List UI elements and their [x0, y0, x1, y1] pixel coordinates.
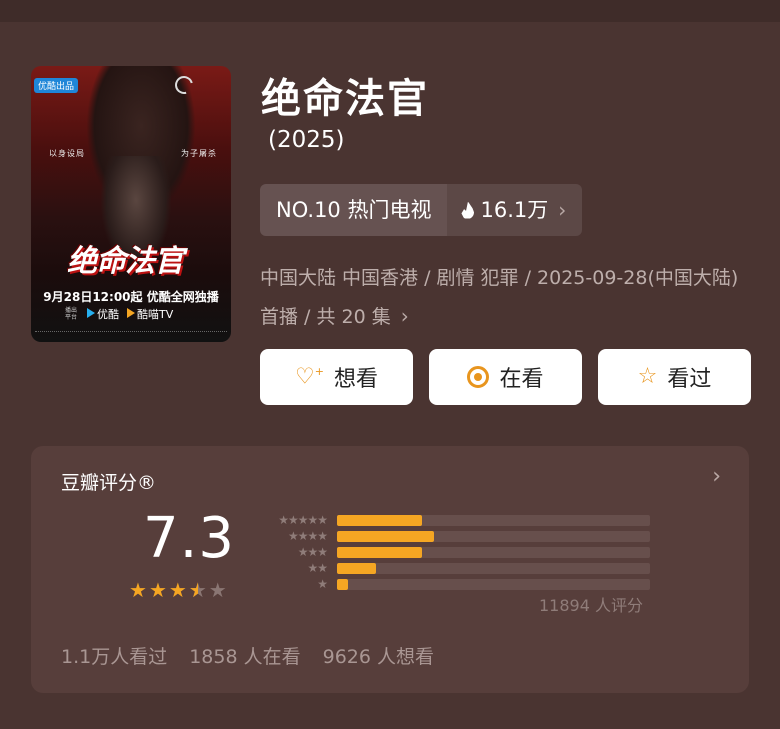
kumiao-logo-icon: [127, 308, 135, 318]
chevron-right-icon: ›: [558, 198, 567, 222]
heat-indicator: 16.1万 ›: [447, 184, 583, 236]
page-title: 绝命法官: [261, 76, 429, 122]
poster-credits: [35, 331, 227, 338]
rating-header: 豆瓣评分®: [61, 472, 157, 494]
target-icon: [467, 366, 490, 388]
want-count: 9626 人想看: [322, 646, 435, 668]
rating-bar-row: ★★★★★: [257, 512, 650, 528]
chevron-right-icon[interactable]: ›: [712, 464, 721, 489]
rank-label: NO.10 热门电视: [260, 184, 448, 236]
rank-badge[interactable]: NO.10 热门电视 16.1万 ›: [260, 184, 583, 236]
poster-badge: 优酷出品: [34, 78, 79, 93]
heat-value: 16.1万: [480, 198, 549, 222]
watching-count: 1858 人在看: [189, 646, 301, 668]
rating-bar-label: ★★★: [297, 545, 328, 559]
poster-date-line: 9月28日12:00起 优酷全网独播: [43, 290, 219, 304]
rating-bar-label: ★: [317, 577, 328, 591]
watch-stats: 1.1万人看过 1858 人在看 9626 人想看: [61, 642, 434, 669]
youku-logo-icon: [87, 308, 95, 318]
heart-plus-icon: ♡+: [295, 364, 324, 390]
rating-star-icon: ★: [148, 578, 167, 602]
rating-card[interactable]: 豆瓣评分® › 7.3 ★★★★★★ ★★★★★★★★★★★★★★★ 11894…: [31, 446, 749, 693]
rating-bar-label: ★★: [307, 561, 328, 575]
rating-bar-track: [337, 546, 650, 558]
meta-info[interactable]: 中国大陆 中国香港 / 剧情 犯罪 / 2025-09-28(中国大陆) 首播 …: [260, 259, 750, 336]
rating-bar-track: [337, 562, 650, 574]
rating-distribution: ★★★★★ ★★★★ ★★★ ★★ ★: [257, 512, 650, 592]
flame-icon: [461, 201, 475, 219]
rating-score: 7.3: [143, 506, 236, 571]
poster-platform-youku: 优酷: [87, 306, 119, 322]
watched-count: 1.1万人看过: [61, 646, 168, 668]
rating-bar-fill: [337, 578, 348, 590]
watched-button[interactable]: ☆ 看过: [598, 349, 751, 405]
rating-count: 11894 人评分: [539, 596, 643, 615]
poster-tagline-right: 为子屠杀: [181, 149, 217, 158]
rating-star-icon: ★★: [188, 578, 207, 602]
rating-bar-track: [337, 578, 650, 590]
rating-bar-row: ★★★★: [257, 528, 650, 544]
want-to-watch-button[interactable]: ♡+ 想看: [260, 349, 413, 405]
poster-image[interactable]: 优酷出品 以身设局 为子屠杀 绝命法官 9月28日12:00起 优酷全网独播 播…: [31, 66, 231, 342]
rating-bar-fill: [337, 546, 422, 558]
rating-bar-label: ★★★★★: [278, 513, 328, 527]
rating-bar-fill: [337, 530, 435, 542]
want-to-watch-label: 想看: [333, 367, 378, 392]
rating-bar-track: [337, 514, 650, 526]
rating-bar-label: ★★★★: [287, 529, 328, 543]
rating-bar-row: ★★★: [257, 544, 650, 560]
rating-star-icon: ★: [168, 578, 187, 602]
rating-stars: ★★★★★★: [129, 580, 227, 600]
meta-text: 中国大陆 中国香港 / 剧情 犯罪 / 2025-09-28(中国大陆) 首播 …: [260, 267, 739, 328]
poster-platform-kumiao: 酷喵TV: [127, 306, 173, 322]
rating-star-icon: ★: [129, 578, 147, 602]
watching-button[interactable]: 在看: [429, 349, 582, 405]
top-bar: [0, 0, 780, 22]
poster-tagline-left: 以身设局: [49, 149, 85, 158]
chevron-right-icon: ›: [400, 304, 409, 328]
rating-bar-fill: [337, 514, 422, 526]
rating-bar-row: ★★: [257, 560, 650, 576]
poster-title: 绝命法官: [67, 244, 184, 279]
rating-bar-track: [337, 530, 650, 542]
rating-bar-row: ★: [257, 576, 650, 592]
watched-label: 看过: [667, 367, 712, 392]
action-buttons: ♡+ 想看 在看 ☆ 看过: [260, 349, 751, 405]
poster-platforms: 播出平台 优酷 酷喵TV: [65, 306, 173, 322]
release-year: (2025): [268, 127, 345, 153]
watching-label: 在看: [499, 367, 544, 392]
poster-platform-prefix: 播出平台: [65, 307, 78, 321]
star-icon: ☆: [637, 364, 658, 389]
rating-star-icon: ★: [208, 578, 227, 602]
rating-bar-fill: [337, 562, 377, 574]
